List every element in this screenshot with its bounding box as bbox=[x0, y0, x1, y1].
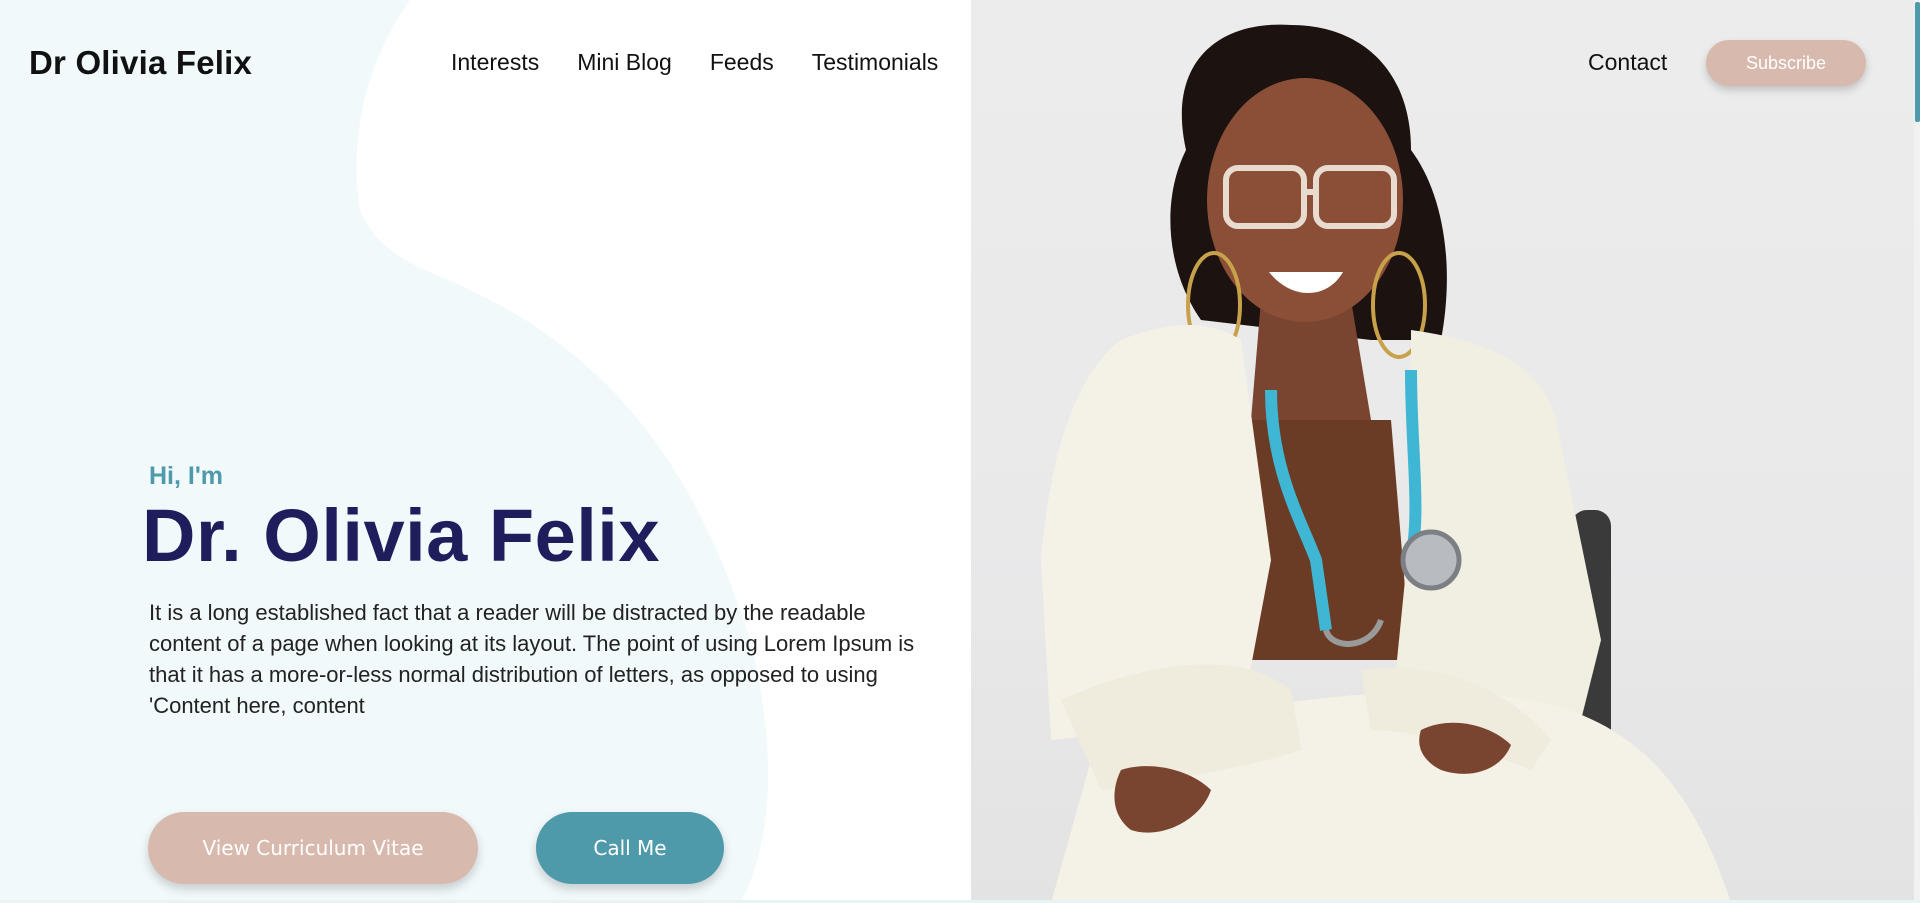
nav-item-testimonials[interactable]: Testimonials bbox=[812, 51, 939, 74]
main-nav: Interests Mini Blog Feeds Testimonials bbox=[451, 51, 938, 74]
page: Dr Olivia Felix Interests Mini Blog Feed… bbox=[0, 0, 1920, 903]
site-logo-text[interactable]: Dr Olivia Felix bbox=[29, 44, 252, 82]
hero-title: Dr. Olivia Felix bbox=[142, 494, 661, 577]
nav-item-mini-blog[interactable]: Mini Blog bbox=[577, 51, 672, 74]
scrollbar-thumb[interactable] bbox=[1915, 2, 1920, 122]
hero-greeting: Hi, I'm bbox=[149, 462, 224, 490]
nav-item-contact[interactable]: Contact bbox=[1588, 51, 1667, 74]
nav-item-interests[interactable]: Interests bbox=[451, 51, 539, 74]
background-wave bbox=[0, 0, 769, 903]
page-scrollbar[interactable] bbox=[1914, 0, 1920, 903]
hero-description: It is a long established fact that a rea… bbox=[149, 600, 915, 718]
subscribe-button[interactable]: Subscribe bbox=[1706, 40, 1866, 86]
hero-photo bbox=[971, 0, 1920, 903]
view-cv-button[interactable]: View Curriculum Vitae bbox=[148, 812, 478, 884]
nav-item-feeds[interactable]: Feeds bbox=[710, 51, 774, 74]
call-me-button[interactable]: Call Me bbox=[536, 812, 724, 884]
